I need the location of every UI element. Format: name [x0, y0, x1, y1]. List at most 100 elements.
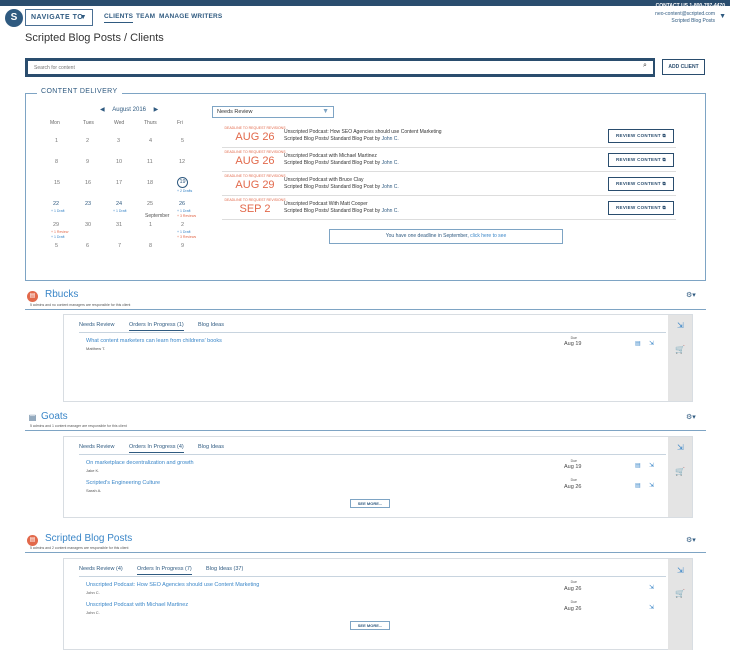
chevron-down-icon[interactable]: ▼	[719, 13, 726, 20]
deadline-author[interactable]: John C.	[382, 160, 399, 166]
client-divider	[25, 309, 706, 310]
gear-icon[interactable]: ⚙▾	[686, 291, 696, 299]
calendar-day[interactable]: 24	[116, 201, 122, 207]
order-title[interactable]: Unscripted Podcast: How SEO Agencies sho…	[86, 582, 259, 588]
calendar-day[interactable]: 4	[149, 138, 152, 144]
chat-icon: ▤	[27, 535, 38, 546]
cart-icon[interactable]: 🛒	[675, 345, 685, 354]
due-date: Aug 26	[564, 484, 582, 490]
review-content-button[interactable]: REVIEW CONTENT ⧉	[608, 129, 674, 143]
menu-manage-writers[interactable]: MANAGE WRITERS	[159, 13, 222, 20]
calendar-day[interactable]: 17	[116, 180, 122, 186]
tab-needs-review[interactable]: Needs Review	[79, 322, 114, 328]
calendar-day[interactable]: 30	[85, 222, 91, 228]
export-icon[interactable]: ⇲	[649, 584, 654, 591]
review-content-button[interactable]: REVIEW CONTENT ⧉	[608, 201, 674, 215]
menu-clients[interactable]: CLIENTS	[104, 13, 134, 23]
calendar-day[interactable]: 9	[181, 243, 184, 249]
search-input[interactable]	[28, 61, 653, 74]
export-icon[interactable]: ⇲	[677, 321, 684, 330]
order-title[interactable]: What content marketers can learn from ch…	[86, 338, 222, 344]
navigate-to-dropdown[interactable]: NAVIGATE TO ▼	[25, 9, 93, 26]
tab-orders-in-progress[interactable]: Orders In Progress (1)	[129, 322, 184, 331]
tab-orders-in-progress[interactable]: Orders In Progress (7)	[137, 566, 192, 575]
export-icon[interactable]: ⇲	[677, 566, 684, 575]
calendar-day[interactable]: 15	[54, 180, 60, 186]
review-content-button[interactable]: REVIEW CONTENT ⧉	[608, 153, 674, 167]
contact-phone[interactable]: CONTACT US 1-800-797-4470	[656, 3, 725, 9]
calendar-day[interactable]: 26	[179, 201, 185, 207]
calendar-day[interactable]: 16	[85, 180, 91, 186]
calendar-day[interactable]: 8	[149, 243, 152, 249]
gear-icon[interactable]: ⚙▾	[686, 536, 696, 544]
chat-icon[interactable]: ▤	[635, 482, 641, 489]
deadline-title: Unscripted Podcast with Michael Martinez	[284, 153, 377, 159]
calendar-day[interactable]: 11	[147, 159, 153, 165]
calendar-day[interactable]: 3	[117, 138, 120, 144]
client-name[interactable]: Scripted Blog Posts	[45, 533, 132, 544]
calendar-day[interactable]: 9	[86, 159, 89, 165]
calendar-day[interactable]: 5	[181, 138, 184, 144]
calendar-day[interactable]: 7	[118, 243, 121, 249]
export-icon[interactable]: ⇲	[677, 443, 684, 452]
order-title[interactable]: Unscripted Podcast with Michael Martinez	[86, 602, 188, 608]
calendar-day[interactable]: 2	[86, 138, 89, 144]
see-more-button[interactable]: SEE MORE...	[350, 499, 390, 508]
review-filter-select[interactable]: Needs Review ▼	[212, 106, 334, 118]
export-icon[interactable]: ⇲	[649, 604, 654, 611]
calendar-day[interactable]: 31	[116, 222, 122, 228]
next-month-icon[interactable]: ▶	[154, 107, 159, 113]
calendar-day[interactable]: 23	[85, 201, 91, 207]
calendar-day[interactable]: 29	[53, 222, 59, 228]
deadline-author[interactable]: John C.	[382, 184, 399, 190]
calendar-day[interactable]: 12	[179, 159, 185, 165]
scripted-logo[interactable]: S	[5, 9, 23, 27]
calendar-day[interactable]: 10	[116, 159, 122, 165]
add-client-button[interactable]: ADD CLIENT	[662, 59, 705, 75]
calendar-day-today[interactable]: 19	[177, 177, 188, 188]
tab-needs-review[interactable]: Needs Review (4)	[79, 566, 123, 572]
magnifier-icon[interactable]: ⌕	[643, 62, 647, 70]
calendar-day[interactable]: 25	[147, 201, 153, 207]
calendar-day[interactable]: 8	[55, 159, 58, 165]
tab-blog-ideas[interactable]: Blog Ideas	[198, 322, 224, 328]
calendar-day[interactable]: 5	[55, 243, 58, 249]
tab-needs-review[interactable]: Needs Review	[79, 444, 114, 450]
calendar-note: + 1 Draft	[177, 230, 191, 234]
deadline-author[interactable]: John C.	[382, 208, 399, 214]
client-name[interactable]: Rbucks	[45, 289, 78, 300]
export-icon[interactable]: ⇲	[649, 340, 654, 347]
calendar-day[interactable]: 18	[147, 180, 153, 186]
client-name[interactable]: Goats	[41, 411, 68, 422]
calendar-day[interactable]: 6	[86, 243, 89, 249]
order-title[interactable]: Scripted's Engineering Culture	[86, 480, 160, 486]
tab-orders-in-progress[interactable]: Orders In Progress (4)	[129, 444, 184, 453]
prev-month-icon[interactable]: ◀	[100, 107, 105, 113]
calendar-day[interactable]: 2	[181, 222, 184, 228]
calendar-note: + 1 Draft	[113, 209, 127, 213]
menu-team[interactable]: TEAM	[136, 13, 155, 20]
export-icon[interactable]: ⇲	[649, 482, 654, 489]
calendar-day[interactable]: 22	[53, 201, 59, 207]
chevron-down-icon: ▼	[322, 108, 329, 115]
see-more-button[interactable]: SEE MORE...	[350, 621, 390, 630]
chat-icon[interactable]: ▤	[635, 340, 641, 347]
calendar-day[interactable]: 1	[149, 222, 152, 228]
order-title[interactable]: On marketplace decentralization and grow…	[86, 460, 194, 466]
cart-icon[interactable]: 🛒	[675, 467, 685, 476]
cart-icon[interactable]: 🛒	[675, 589, 685, 598]
tab-blog-ideas[interactable]: Blog Ideas	[198, 444, 224, 450]
tab-blog-ideas[interactable]: Blog Ideas (37)	[206, 566, 243, 572]
review-content-label: REVIEW CONTENT	[615, 157, 661, 162]
weekday-wed: Wed	[114, 120, 125, 126]
deadline-title: Unscripted Podcast With Matt Cooper	[284, 201, 368, 207]
deadline-author[interactable]: John C.	[382, 136, 399, 142]
chat-icon[interactable]: ▤	[635, 462, 641, 469]
gear-icon[interactable]: ⚙▾	[686, 413, 696, 421]
export-icon[interactable]: ⇲	[649, 462, 654, 469]
click-here-link[interactable]: click here to see	[470, 233, 506, 239]
account-menu[interactable]: neo-content@scripted.com Scripted Blog P…	[655, 11, 715, 25]
due-date: Aug 19	[564, 464, 582, 470]
calendar-day[interactable]: 1	[55, 138, 58, 144]
review-content-button[interactable]: REVIEW CONTENT ⧉	[608, 177, 674, 191]
